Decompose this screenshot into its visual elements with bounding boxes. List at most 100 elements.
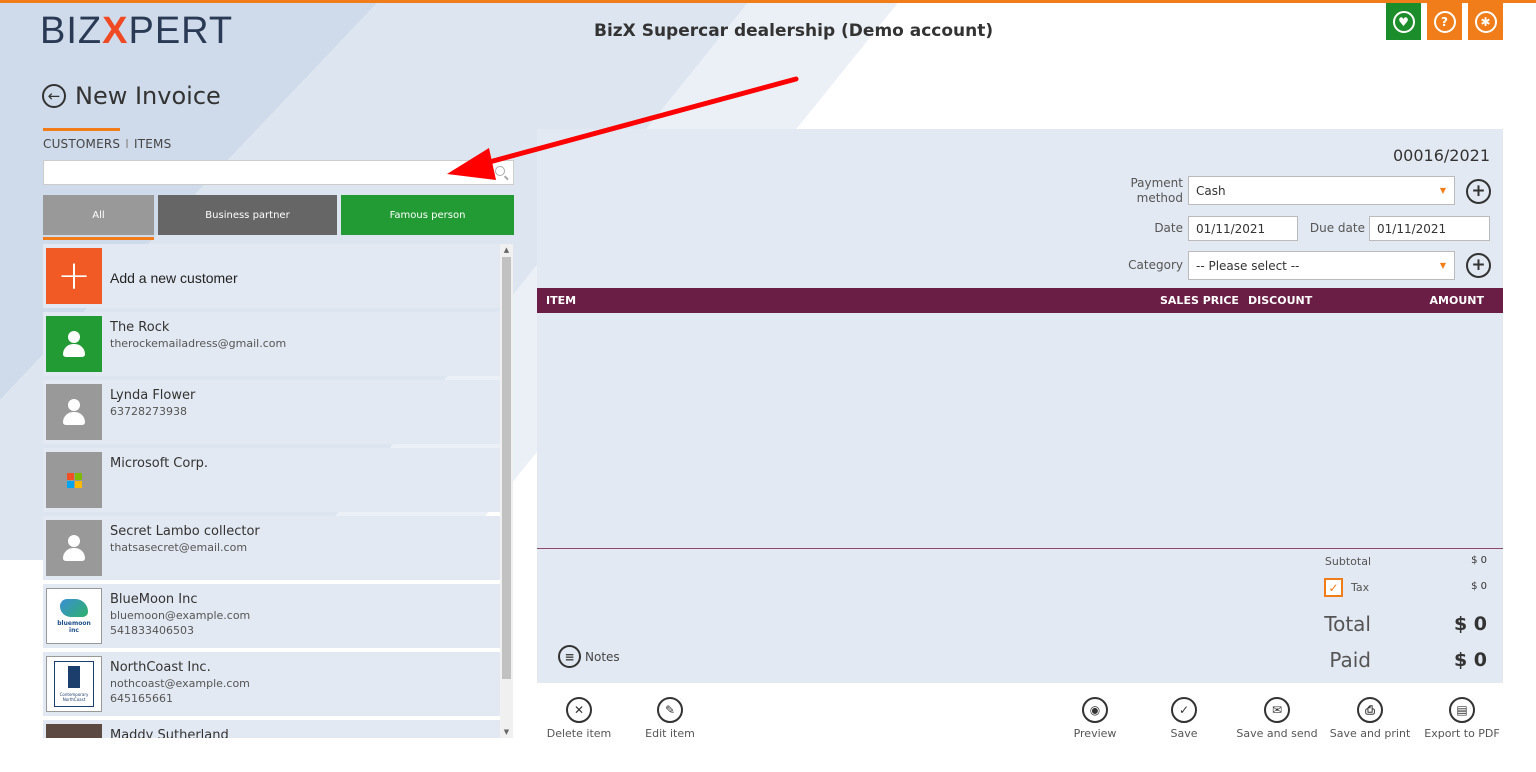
filter-business-partner-button[interactable]: Business partner bbox=[158, 195, 337, 235]
customer-name: NorthCoast Inc. bbox=[110, 660, 211, 675]
search-input[interactable] bbox=[44, 161, 484, 184]
chevron-down-icon: ▼ bbox=[1439, 261, 1446, 270]
tax-checkbox[interactable]: ✓ bbox=[1324, 578, 1343, 597]
preview-button[interactable]: ◉ Preview bbox=[1045, 697, 1145, 740]
customer-filter-bar: All Business partner Famous person bbox=[43, 195, 514, 235]
payment-method-select[interactable]: Cash ▼ bbox=[1188, 176, 1455, 205]
favorite-button[interactable]: ♥ bbox=[1386, 3, 1421, 40]
scrollbar-thumb[interactable] bbox=[502, 257, 511, 679]
due-date-label: Due date bbox=[1309, 221, 1365, 235]
customer-list: + Add a new customer The Rock therockemai… bbox=[43, 244, 513, 738]
customer-name: Maddy Sutherland bbox=[110, 728, 229, 738]
active-filter-indicator bbox=[43, 237, 154, 240]
back-arrow-icon[interactable]: ← bbox=[42, 84, 66, 108]
person-icon bbox=[46, 384, 102, 440]
search-icon[interactable] bbox=[495, 166, 505, 176]
customer-item[interactable]: Microsoft Corp. bbox=[43, 448, 513, 512]
customer-contact: nothcoast@example.com bbox=[110, 677, 250, 690]
add-customer-item[interactable]: + Add a new customer bbox=[43, 244, 513, 308]
tab-customers[interactable]: CUSTOMERS bbox=[43, 137, 120, 151]
paid-label: Paid bbox=[1329, 648, 1371, 672]
envelope-icon: ✉ bbox=[1264, 697, 1290, 723]
save-button[interactable]: ✓ Save bbox=[1134, 697, 1234, 740]
bluemoon-logo-icon: bluemoon inc bbox=[46, 588, 102, 644]
help-button[interactable]: ? bbox=[1427, 3, 1462, 40]
customer-item[interactable]: Lynda Flower 63728273938 bbox=[43, 380, 513, 444]
customer-phone: 645165661 bbox=[110, 692, 173, 705]
customer-name: The Rock bbox=[110, 320, 170, 335]
customer-item[interactable]: The Rock therockemailadress@gmail.com bbox=[43, 312, 513, 376]
category-label: Category bbox=[1128, 258, 1183, 272]
heart-icon: ♥ bbox=[1392, 10, 1415, 33]
due-date-field[interactable]: 01/11/2021 bbox=[1369, 216, 1490, 241]
microsoft-logo-icon bbox=[46, 452, 102, 508]
invoice-panel: 00016/2021 Payment method Cash ▼ + Date … bbox=[537, 129, 1503, 683]
customer-name: Microsoft Corp. bbox=[110, 456, 209, 471]
column-sales-price: SALES PRICE bbox=[1160, 294, 1239, 307]
scroll-down-icon[interactable]: ▼ bbox=[500, 726, 513, 738]
column-amount: AMOUNT bbox=[1429, 294, 1484, 307]
top-icon-bar: ♥ ? ✱ bbox=[1386, 3, 1503, 40]
tab-items[interactable]: ITEMS bbox=[134, 137, 171, 151]
tab-separator: I bbox=[125, 137, 129, 151]
paid-value: $ 0 bbox=[1453, 649, 1487, 671]
customer-item[interactable]: Maddy Sutherland bbox=[43, 720, 513, 738]
save-and-print-button[interactable]: ⎙ Save and print bbox=[1320, 697, 1420, 740]
customer-contact: thatsasecret@email.com bbox=[110, 541, 248, 554]
add-payment-method-icon[interactable]: + bbox=[1466, 179, 1491, 204]
notes-button[interactable]: ≡ Notes bbox=[558, 645, 620, 668]
add-category-icon[interactable]: + bbox=[1466, 253, 1491, 278]
northcoast-logo-icon: Contemporary NorthCoast bbox=[46, 656, 102, 712]
customer-list-scrollbar[interactable]: ▲ ▼ bbox=[500, 244, 513, 738]
customer-item[interactable]: bluemoon inc BlueMoon Inc bluemoon@exampl… bbox=[43, 584, 513, 648]
save-and-send-button[interactable]: ✉ Save and send bbox=[1227, 697, 1327, 740]
scroll-up-icon[interactable]: ▲ bbox=[500, 244, 513, 256]
category-select[interactable]: -- Please select -- ▼ bbox=[1188, 251, 1455, 280]
checkmark-icon: ✓ bbox=[1171, 697, 1197, 723]
gear-icon: ✱ bbox=[1474, 10, 1497, 33]
add-customer-label: Add a new customer bbox=[110, 270, 238, 286]
payment-method-label: Payment method bbox=[1130, 176, 1183, 205]
edit-item-button[interactable]: ✎ Edit item bbox=[620, 697, 720, 740]
customer-contact: bluemoon@example.com bbox=[110, 609, 251, 622]
category-value: -- Please select -- bbox=[1196, 258, 1300, 273]
date-label: Date bbox=[1154, 221, 1183, 235]
filter-all-button[interactable]: All bbox=[43, 195, 154, 235]
date-field[interactable]: 01/11/2021 bbox=[1188, 216, 1298, 241]
delete-item-button[interactable]: ✕ Delete item bbox=[529, 697, 629, 740]
export-pdf-button[interactable]: ▤ Export to PDF bbox=[1412, 697, 1512, 740]
page-title-text: New Invoice bbox=[75, 82, 221, 110]
customer-search bbox=[43, 160, 514, 185]
customer-contact: therockemailadress@gmail.com bbox=[110, 337, 287, 350]
total-label: Total bbox=[1324, 612, 1371, 636]
printer-icon: ⎙ bbox=[1357, 697, 1383, 723]
top-accent-line bbox=[0, 0, 1536, 3]
customer-name: Secret Lambo collector bbox=[110, 524, 260, 539]
question-icon: ? bbox=[1433, 10, 1456, 33]
pencil-icon: ✎ bbox=[657, 697, 683, 723]
pdf-icon: ▤ bbox=[1449, 697, 1475, 723]
items-divider bbox=[537, 548, 1503, 549]
customer-photo bbox=[46, 724, 102, 738]
close-icon: ✕ bbox=[566, 697, 592, 723]
bizxpert-logo[interactable]: BIZXPERT bbox=[40, 10, 233, 53]
settings-button[interactable]: ✱ bbox=[1468, 3, 1503, 40]
list-icon: ≡ bbox=[558, 645, 581, 668]
customer-name: BlueMoon Inc bbox=[110, 592, 198, 607]
subtotal-label: Subtotal bbox=[1324, 555, 1371, 568]
subtotal-value: $ 0 bbox=[1471, 555, 1487, 566]
total-value: $ 0 bbox=[1453, 613, 1487, 635]
customer-item-tabs: CUSTOMERS I ITEMS bbox=[43, 128, 171, 151]
items-table-header: ITEM SALES PRICE DISCOUNT AMOUNT bbox=[537, 288, 1503, 313]
app-title: BizX Supercar dealership (Demo account) bbox=[594, 21, 994, 41]
plus-icon: + bbox=[46, 248, 102, 304]
page-title: ← New Invoice bbox=[42, 82, 221, 110]
filter-famous-person-button[interactable]: Famous person bbox=[341, 195, 514, 235]
customer-item[interactable]: Secret Lambo collector thatsasecret@email… bbox=[43, 516, 513, 580]
invoice-number: 00016/2021 bbox=[1392, 146, 1490, 165]
eye-icon: ◉ bbox=[1082, 697, 1108, 723]
notes-label: Notes bbox=[585, 649, 620, 664]
customer-item[interactable]: Contemporary NorthCoast NorthCoast Inc. n… bbox=[43, 652, 513, 716]
tax-value: $ 0 bbox=[1471, 581, 1487, 592]
customer-phone: 541833406503 bbox=[110, 624, 194, 637]
